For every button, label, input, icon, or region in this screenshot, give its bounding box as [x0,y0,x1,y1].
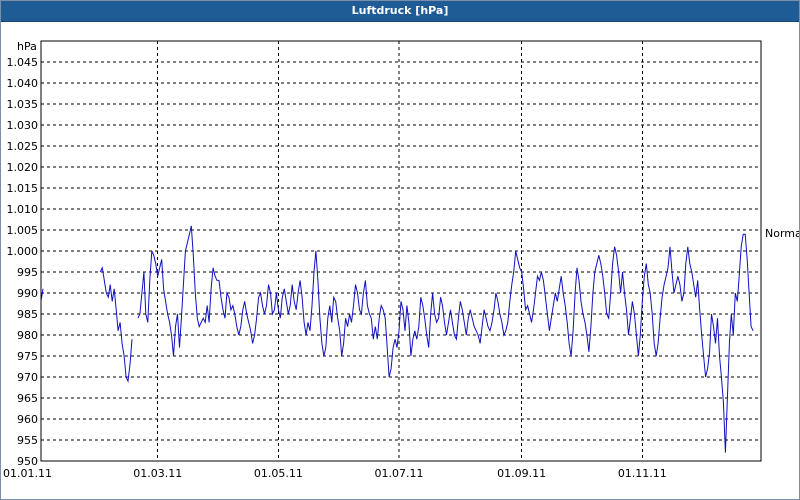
chart-window: Luftdruck [hPa] 950 955 960 965 970 975 980 985… [0,0,800,500]
y-tick-label: 970 [17,371,38,384]
gridlines [41,41,761,461]
annotations: Normal [765,227,799,240]
x-tick-labels: 01.01.11 01.03.11 01.05.11 01.07.11 01.09.11… [3,467,667,480]
y-tick-label: 1.020 [7,161,39,174]
y-tick-label: 965 [17,392,38,405]
y-tick-label: 955 [17,434,38,447]
y-tick-label: 980 [17,329,38,342]
x-tick-label: 01.09.11 [497,467,546,480]
y-tick-label: 1.025 [7,140,39,153]
y-tick-label: 985 [17,308,38,321]
x-tick-label: 01.03.11 [133,467,182,480]
x-tick-label: 01.07.11 [375,467,424,480]
y-tick-label: 1.030 [7,119,39,132]
chart-title: Luftdruck [hPa] [1,1,799,22]
y-tick-label: 990 [17,287,38,300]
y-axis-label: hPa [17,40,37,53]
x-tick-label: 01.01.11 [3,467,52,480]
y-tick-label: 1.005 [7,224,39,237]
y-tick-labels: 9509559609659709759809859909951.0001.005… [7,56,39,468]
normal-annotation: Normal [765,227,799,240]
y-tick-label: 975 [17,350,38,363]
y-tick-label: 1.015 [7,182,39,195]
x-tick-label: 01.11.11 [618,467,667,480]
pressure-chart: 9509559609659709759809859909951.0001.005… [3,40,799,480]
y-tick-label: 1.040 [7,77,39,90]
x-tick-label: 01.05.11 [254,467,303,480]
y-tick-label: 1.035 [7,98,39,111]
y-tick-label: 1.010 [7,203,39,216]
y-tick-label: 1.045 [7,56,39,69]
y-tick-label: 960 [17,413,38,426]
y-tick-label: 995 [17,266,38,279]
y-tick-label: 1.000 [7,245,39,258]
